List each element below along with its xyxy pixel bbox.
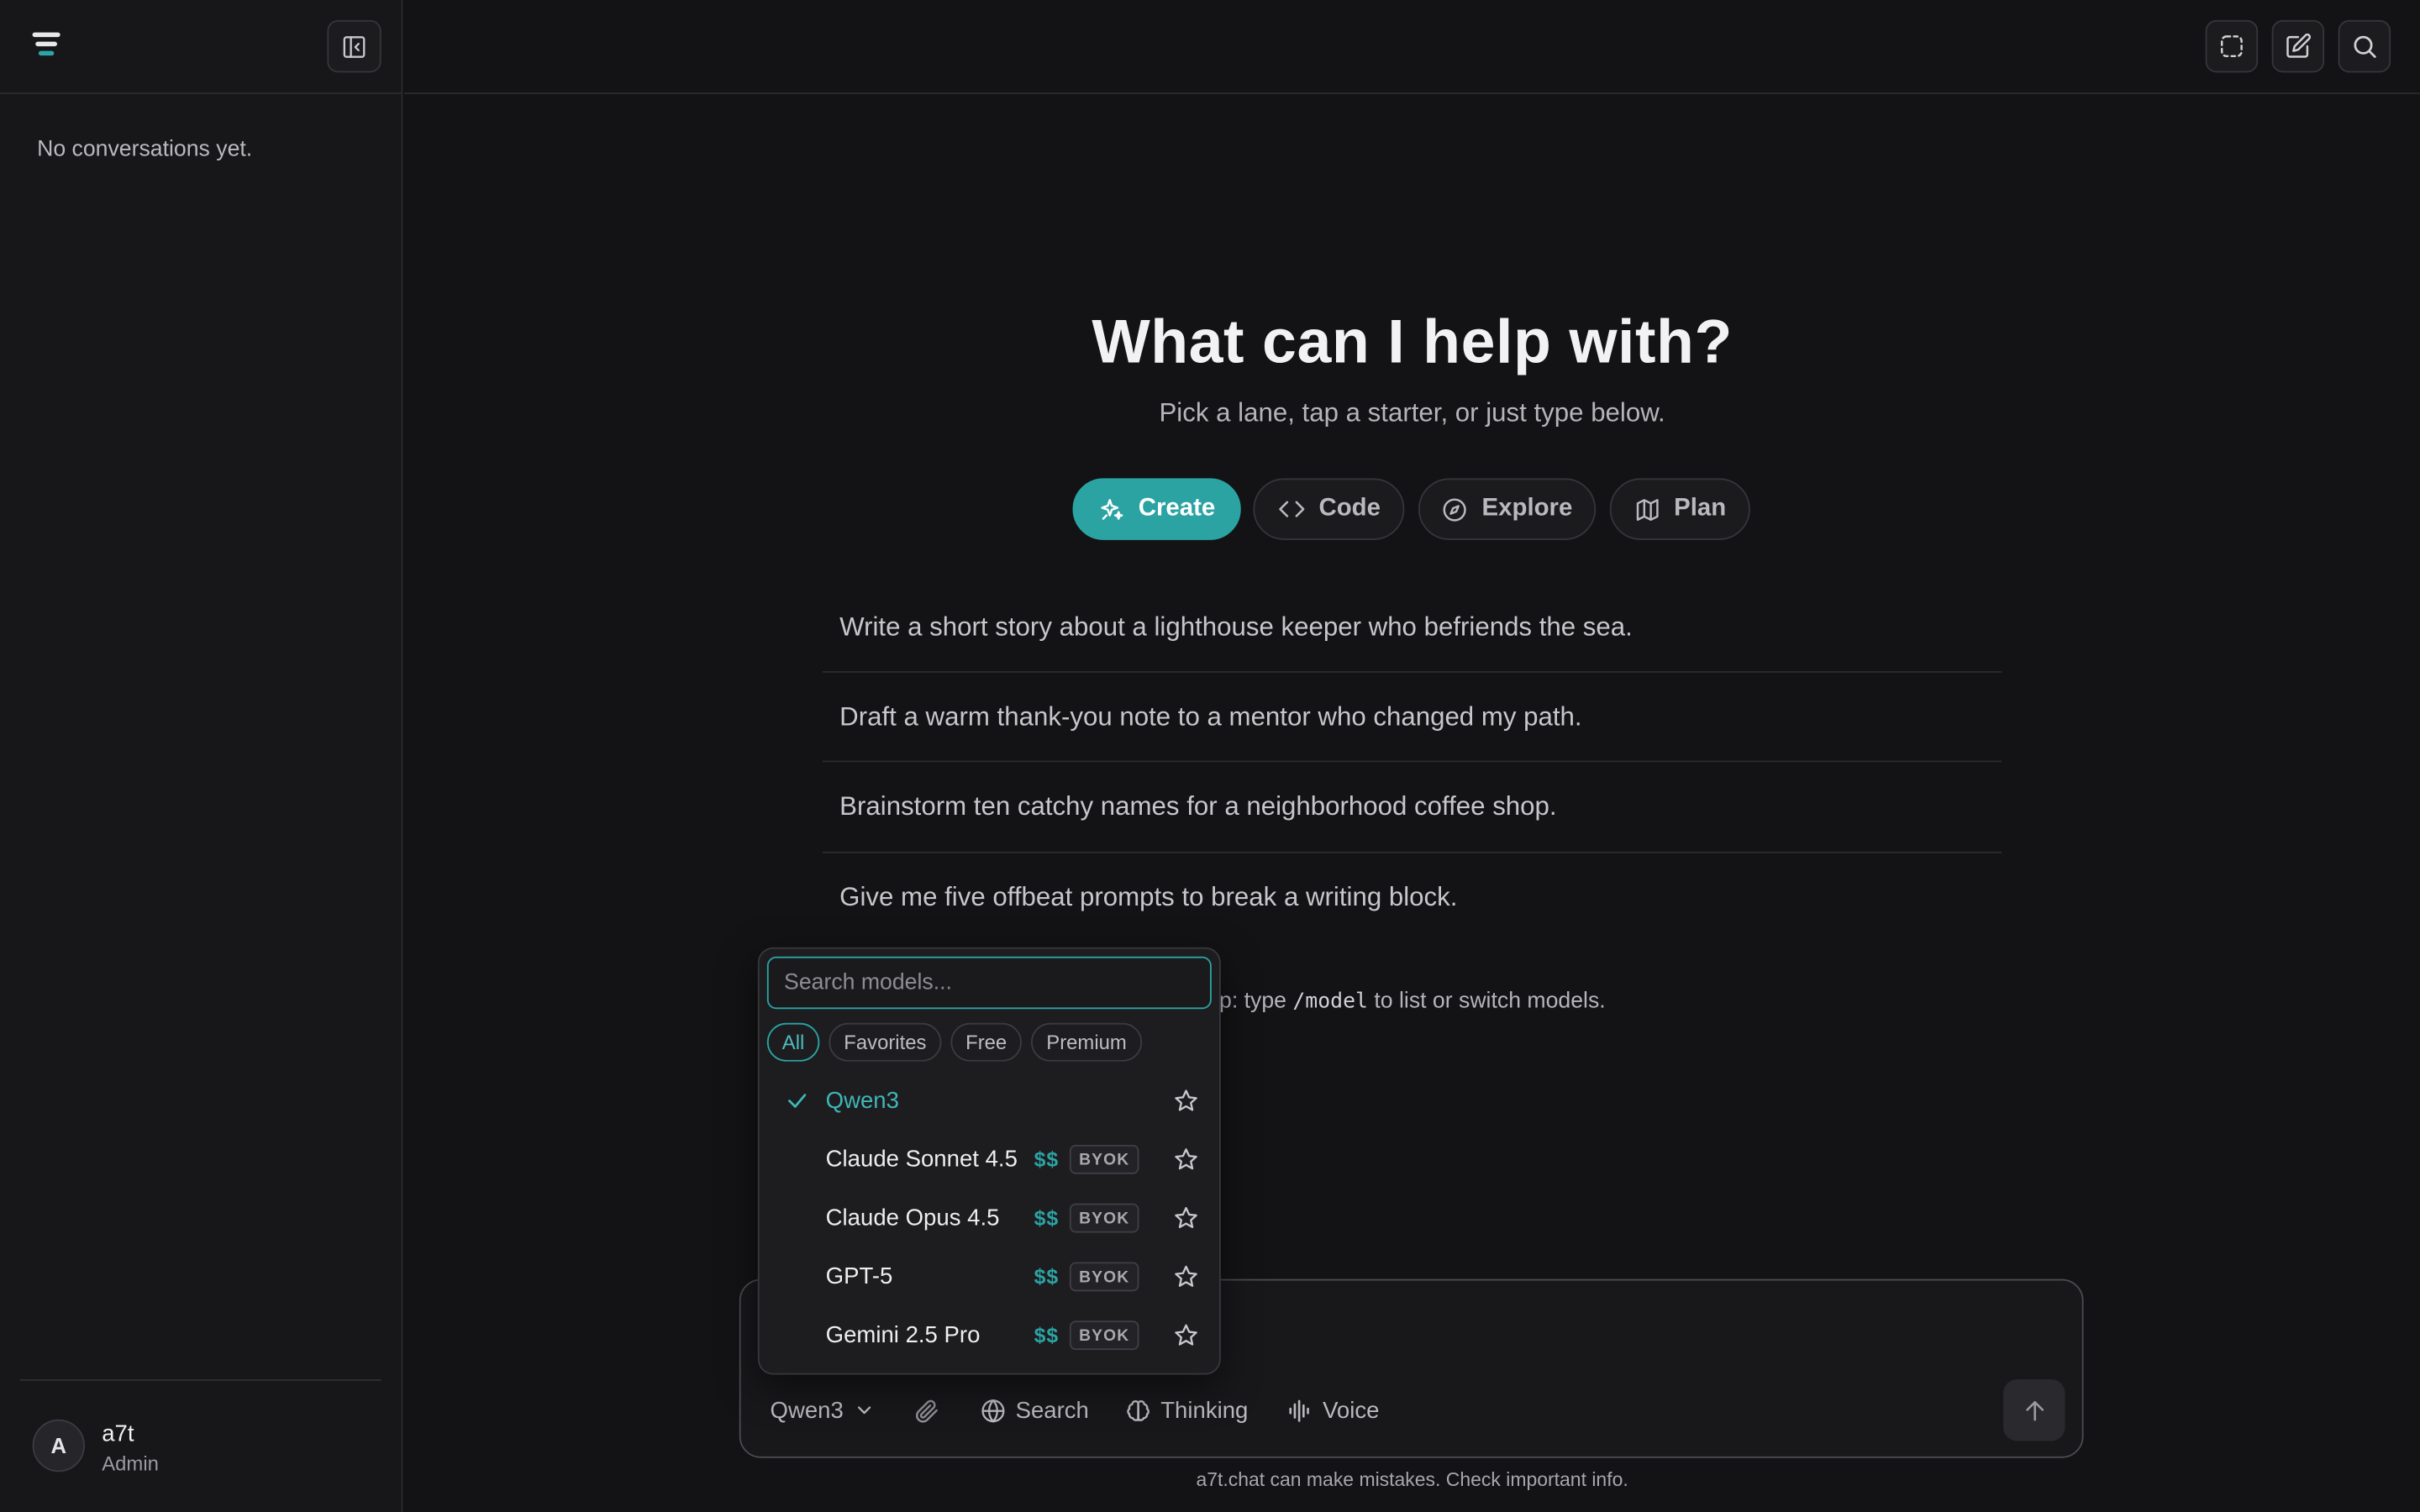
paperclip-icon bbox=[916, 1399, 938, 1422]
new-chat-button[interactable] bbox=[2271, 19, 2325, 73]
page-title: What can I help with? bbox=[1092, 308, 1733, 377]
chevron-down-icon bbox=[857, 1406, 871, 1415]
starter-prompt[interactable]: Brainstorm ten catchy names for a neighb… bbox=[823, 762, 2002, 852]
user-role: Admin bbox=[102, 1452, 159, 1475]
temporary-chat-button[interactable] bbox=[2205, 19, 2259, 73]
audio-waveform-icon bbox=[1289, 1399, 1309, 1421]
model-option-qwen3[interactable]: Qwen3 bbox=[760, 1073, 1223, 1131]
star-icon[interactable] bbox=[1173, 1147, 1199, 1173]
star-icon[interactable] bbox=[1173, 1322, 1199, 1348]
top-bar bbox=[404, 0, 2420, 95]
lane-label: Explore bbox=[1481, 495, 1573, 522]
thinking-label: Thinking bbox=[1160, 1397, 1249, 1424]
lane-plan[interactable]: Plan bbox=[1609, 478, 1750, 540]
map-icon bbox=[1636, 498, 1658, 521]
web-search-toggle[interactable]: Search bbox=[980, 1394, 1089, 1427]
byok-badge: BYOK bbox=[1069, 1262, 1139, 1292]
sparkles-icon bbox=[1100, 498, 1123, 519]
lane-create[interactable]: Create bbox=[1072, 478, 1241, 540]
compass-icon bbox=[1443, 497, 1467, 521]
sidebar-divider bbox=[19, 1379, 381, 1381]
logo-icon[interactable] bbox=[32, 32, 64, 60]
tip-command: /model bbox=[1292, 989, 1368, 1014]
search-icon bbox=[2354, 35, 2376, 58]
filter-chip-premium[interactable]: Premium bbox=[1030, 1022, 1143, 1062]
price-tier: $$ bbox=[1034, 1265, 1060, 1289]
price-tier: $$ bbox=[1034, 1206, 1060, 1230]
sidebar: No conversations yet. A a7t Admin bbox=[0, 0, 403, 1512]
filter-chip-free[interactable]: Free bbox=[950, 1022, 1022, 1062]
arrow-up-icon bbox=[2025, 1400, 2044, 1420]
filter-chip-favorites[interactable]: Favorites bbox=[829, 1022, 942, 1062]
edit-icon bbox=[2286, 33, 2312, 58]
byok-badge: BYOK bbox=[1069, 1144, 1139, 1174]
model-search-input[interactable] bbox=[766, 956, 1212, 1010]
lane-explore[interactable]: Explore bbox=[1418, 478, 1597, 540]
model-name: Claude Opus 4.5 bbox=[825, 1205, 1000, 1231]
model-option-gemini-2-5-pro[interactable]: Gemini 2.5 Pro $$ BYOK bbox=[760, 1307, 1223, 1366]
model-tip: p: type /model to list or switch models. bbox=[1219, 989, 1606, 1013]
model-name: Claude Sonnet 4.5 bbox=[825, 1146, 1018, 1173]
price-tier: $$ bbox=[1034, 1147, 1060, 1172]
avatar[interactable]: A bbox=[32, 1419, 86, 1473]
code-icon bbox=[1278, 501, 1304, 517]
model-option-claude-opus[interactable]: Claude Opus 4.5 $$ BYOK bbox=[760, 1189, 1223, 1248]
starter-prompt[interactable]: Write a short story about a lighthouse k… bbox=[823, 583, 2002, 673]
byok-badge: BYOK bbox=[1069, 1203, 1139, 1233]
voice-button[interactable]: Voice bbox=[1287, 1394, 1380, 1427]
model-selector-button[interactable]: Qwen3 bbox=[771, 1394, 875, 1427]
price-tier: $$ bbox=[1034, 1323, 1060, 1347]
empty-conversations-text: No conversations yet. bbox=[37, 137, 253, 162]
dashed-square-icon bbox=[2220, 35, 2243, 58]
starter-prompt[interactable]: Draft a warm thank-you note to a mentor … bbox=[823, 673, 2002, 763]
starter-prompt[interactable]: Give me five offbeat prompts to break a … bbox=[823, 853, 2002, 943]
model-name: GPT-5 bbox=[825, 1263, 893, 1290]
model-name: Gemini 2.5 Pro bbox=[825, 1322, 981, 1349]
lane-label: Code bbox=[1318, 495, 1381, 522]
check-icon bbox=[788, 1094, 807, 1108]
attach-button[interactable] bbox=[913, 1394, 939, 1427]
search-button[interactable] bbox=[2338, 19, 2391, 73]
star-icon[interactable] bbox=[1173, 1088, 1199, 1114]
star-icon[interactable] bbox=[1173, 1263, 1199, 1289]
lane-label: Create bbox=[1138, 495, 1216, 522]
collapse-sidebar-button[interactable] bbox=[327, 19, 381, 73]
star-icon[interactable] bbox=[1173, 1205, 1199, 1231]
lane-label: Plan bbox=[1674, 495, 1727, 522]
web-search-label: Search bbox=[1015, 1397, 1089, 1424]
globe-icon bbox=[981, 1398, 1005, 1422]
send-button[interactable] bbox=[2003, 1379, 2065, 1441]
voice-label: Voice bbox=[1323, 1397, 1380, 1424]
tip-suffix: to list or switch models. bbox=[1367, 989, 1606, 1014]
disclaimer: a7t.chat can make mistakes. Check import… bbox=[1196, 1468, 1628, 1491]
page-subtitle: Pick a lane, tap a starter, or just type… bbox=[1159, 397, 1665, 428]
brain-icon bbox=[1127, 1399, 1150, 1421]
model-option-claude-sonnet[interactable]: Claude Sonnet 4.5 $$ BYOK bbox=[760, 1131, 1223, 1189]
sidebar-header bbox=[0, 0, 402, 95]
byok-badge: BYOK bbox=[1069, 1320, 1139, 1351]
lane-code[interactable]: Code bbox=[1253, 478, 1405, 540]
sidebar-collapse-icon bbox=[343, 35, 366, 57]
user-name[interactable]: a7t bbox=[102, 1421, 134, 1447]
tip-prefix: p: type bbox=[1219, 989, 1293, 1014]
filter-chip-all[interactable]: All bbox=[766, 1022, 820, 1062]
model-selector-label: Qwen3 bbox=[770, 1397, 844, 1424]
model-picker-dropdown: All Favorites Free Premium Qwen3 Claude … bbox=[757, 947, 1223, 1375]
model-name: Qwen3 bbox=[825, 1087, 899, 1115]
model-option-gpt-5[interactable]: GPT-5 $$ BYOK bbox=[760, 1248, 1223, 1307]
thinking-toggle[interactable]: Thinking bbox=[1125, 1394, 1248, 1427]
